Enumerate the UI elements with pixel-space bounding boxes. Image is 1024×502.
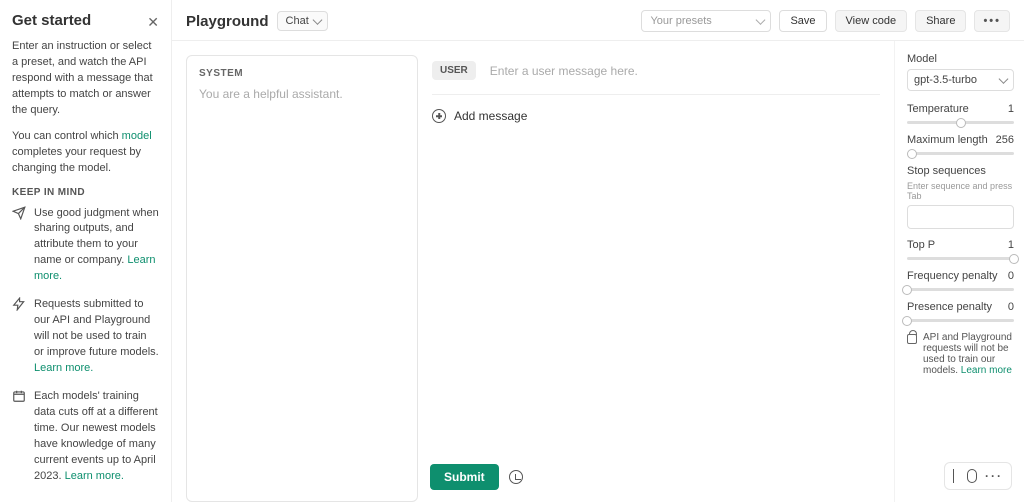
page-title: Playground [186,13,269,30]
flash-icon [12,297,26,377]
role-chip[interactable]: USER [432,61,476,80]
learn-more-link[interactable]: Learn more. [34,362,93,374]
tip-item: Use good judgment when sharing outputs, … [12,206,159,286]
tip-item: Requests submitted to our API and Playgr… [12,297,159,377]
freq-value: 0 [1008,270,1014,282]
view-code-button[interactable]: View code [835,10,908,32]
topp-slider[interactable] [907,257,1014,260]
freq-label: Frequency penalty [907,270,998,282]
sidebar-title: Get started [12,12,159,29]
topbar: Playground Chat Your presets Save View c… [172,0,1024,41]
stop-label: Stop sequences [907,165,1014,177]
send-icon [12,206,26,286]
floating-toolbar: ··· [944,462,1012,490]
model-select[interactable]: gpt-3.5-turbo [907,69,1014,91]
history-icon[interactable] [509,470,523,484]
sidebar-intro: Enter an instruction or select a preset,… [12,39,159,119]
divider-icon [953,469,959,483]
onboarding-sidebar: Get started ✕ Enter an instruction or se… [0,0,172,502]
params-note: API and Playground requests will not be … [907,332,1014,376]
system-panel[interactable]: SYSTEM You are a helpful assistant. [186,55,418,502]
calendar-icon [12,389,26,485]
temperature-value: 1 [1008,103,1014,115]
message-row[interactable]: USER Enter a user message here. [432,55,880,95]
tip-item: Each models' training data cuts off at a… [12,389,159,485]
user-message-placeholder: Enter a user message here. [490,64,638,78]
maxlen-value: 256 [996,134,1014,146]
topp-label: Top P [907,239,935,251]
keep-in-mind-heading: KEEP IN MIND [12,187,159,198]
learn-more-link[interactable]: Learn more [961,365,1012,376]
close-icon[interactable]: ✕ [147,14,159,31]
more-icon[interactable]: ••• [974,10,1010,32]
stop-hint: Enter sequence and press Tab [907,181,1014,201]
maxlen-label: Maximum length [907,134,988,146]
mic-icon[interactable] [967,469,977,483]
model-link[interactable]: model [122,130,152,142]
pres-slider[interactable] [907,319,1014,322]
pres-label: Presence penalty [907,301,992,313]
share-button[interactable]: Share [915,10,966,32]
temperature-slider[interactable] [907,121,1014,124]
stop-input[interactable] [907,205,1014,229]
submit-button[interactable]: Submit [430,464,499,490]
save-button[interactable]: Save [779,10,826,32]
mode-select[interactable]: Chat [277,11,328,31]
freq-slider[interactable] [907,288,1014,291]
model-label: Model [907,53,1014,65]
main-area: Playground Chat Your presets Save View c… [172,0,1024,502]
presets-select[interactable]: Your presets [641,10,771,32]
add-message-button[interactable]: Add message [432,95,880,137]
chat-column: USER Enter a user message here. Add mess… [432,55,880,502]
params-panel: Model gpt-3.5-turbo Temperature 1 Maximum… [894,41,1024,502]
pres-value: 0 [1008,301,1014,313]
maxlen-slider[interactable] [907,152,1014,155]
sidebar-control-text: You can control which model completes yo… [12,129,159,177]
topp-value: 1 [1008,239,1014,251]
learn-more-link[interactable]: Learn more. [65,470,124,482]
system-label: SYSTEM [199,68,405,79]
lock-icon [907,334,917,344]
temperature-label: Temperature [907,103,969,115]
plus-icon [432,109,446,123]
system-placeholder: You are a helpful assistant. [199,87,405,101]
more-icon[interactable]: ··· [985,469,1003,483]
